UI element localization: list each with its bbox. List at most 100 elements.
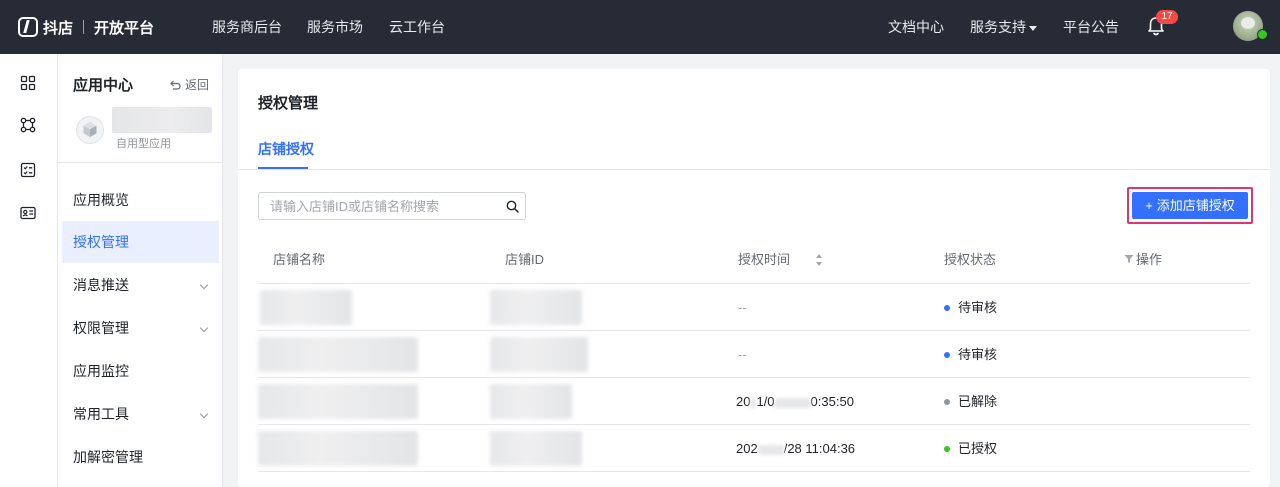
grid-apps-icon[interactable] [20, 75, 36, 91]
table-row: 20 1/0 0:35:50 已解除 [258, 378, 1250, 425]
chevron-down-icon [199, 409, 209, 419]
status-dot [944, 304, 950, 311]
sidebar-item-label: 常用工具 [73, 406, 129, 422]
table-row: -- 待审核 [258, 284, 1250, 331]
brand-name: 抖店 [43, 19, 74, 37]
sidebar-item-label: 应用概览 [73, 192, 129, 208]
brand-divider [83, 20, 85, 34]
column-actions: 操作 [1136, 252, 1163, 267]
search-box [258, 192, 526, 220]
sidebar-item-common-tools[interactable]: 常用工具 [62, 393, 219, 435]
nav-service-market[interactable]: 服务市场 [307, 0, 363, 54]
status-label: 待审核 [958, 300, 998, 315]
back-arrow-icon [170, 80, 181, 90]
sidebar-item-app-monitoring[interactable]: 应用监控 [62, 350, 219, 392]
sort-icon[interactable] [815, 253, 823, 267]
sidebar-item-auth-management[interactable]: 授权管理 [62, 221, 219, 263]
chevron-down-icon [199, 280, 209, 290]
status-dot [944, 351, 950, 358]
sidebar-item-permission-management[interactable]: 权限管理 [62, 307, 219, 349]
shop-id-redacted [490, 431, 582, 466]
add-button-highlight: + 添加店铺授权 [1127, 187, 1253, 224]
sidebar-item-label: 应用监控 [73, 363, 129, 379]
shop-name-redacted [258, 431, 418, 466]
nav-docs-center[interactable]: 文档中心 [888, 0, 944, 54]
add-button-label: 添加店铺授权 [1156, 198, 1235, 213]
app-name-redacted [112, 107, 212, 133]
column-shop-name: 店铺名称 [273, 252, 326, 267]
nav-service-support[interactable]: 服务支持 [970, 0, 1037, 54]
checklist-icon[interactable] [20, 162, 36, 178]
sidebar-item-app-overview[interactable]: 应用概览 [62, 179, 219, 221]
auth-time-part: 20 [736, 394, 751, 409]
product-name: 开放平台 [94, 19, 155, 37]
nav-announcements[interactable]: 平台公告 [1063, 0, 1119, 54]
sidebar-item-encryption-management[interactable]: 加解密管理 [62, 436, 219, 478]
online-check-icon [1257, 29, 1268, 40]
app-sidebar: 应用中心 返回 自用型应用 应用概览 授权管理 消息推送 权限管理 应用监控 常… [58, 54, 223, 487]
doudian-logo-icon [18, 17, 38, 37]
status-dot [944, 398, 950, 405]
filter-icon[interactable] [1124, 254, 1134, 264]
nav-service-support-label: 服务支持 [970, 19, 1026, 35]
shop-id-redacted [490, 290, 582, 325]
chevron-down-icon [199, 323, 209, 333]
nav-cloud-workbench[interactable]: 云工作台 [389, 0, 445, 54]
sidebar-divider [58, 162, 223, 163]
status-badge: 待审核 [944, 331, 997, 378]
icon-rail [0, 54, 58, 487]
page-title: 授权管理 [258, 95, 319, 112]
auth-time-part: /28 11:04:36 [783, 441, 856, 456]
table-row: -- 待审核 [258, 331, 1250, 378]
shop-name-redacted [258, 384, 418, 419]
notification-badge: 17 [1156, 10, 1178, 24]
auth-time-part: 0:35:50 [810, 394, 854, 409]
table-row: 202/28 11:04:36 已授权 [258, 425, 1250, 472]
tabs-divider [238, 169, 1270, 170]
status-badge: 已授权 [944, 425, 997, 472]
tab-shop-authorization[interactable]: 店铺授权 [258, 139, 314, 159]
sidebar-item-label: 消息推送 [73, 277, 129, 293]
redaction-mask [774, 397, 811, 408]
app-cube-icon [76, 116, 104, 144]
sidebar-item-label: 加解密管理 [73, 449, 143, 465]
id-card-icon[interactable] [20, 205, 36, 221]
back-link[interactable]: 返回 [170, 76, 209, 93]
redaction-mask [750, 397, 757, 408]
sidebar-item-label: 权限管理 [73, 320, 129, 336]
brand-logo[interactable]: 抖店 开放平台 [18, 15, 154, 39]
status-dot [944, 445, 950, 452]
redaction-mask [757, 444, 784, 455]
auth-time-part: 202 [736, 441, 758, 456]
caret-down-icon [1029, 25, 1037, 31]
column-auth-status: 授权状态 [944, 252, 997, 267]
sidebar-title: 应用中心 [73, 77, 134, 94]
shop-name-redacted [260, 290, 352, 325]
nodes-icon[interactable] [20, 117, 36, 133]
app-type-label: 自用型应用 [116, 138, 171, 150]
sidebar-item-label: 授权管理 [73, 234, 129, 250]
auth-time-part: 1/0 [756, 394, 775, 409]
auth-time: 202/28 11:04:36 [736, 425, 855, 472]
status-badge: 已解除 [944, 378, 997, 425]
main-card: 授权管理 店铺授权 +添加店铺授权 店铺名称 店铺ID 授权时间 授权状态 操作… [238, 69, 1270, 487]
status-label: 待审核 [958, 347, 998, 362]
status-label: 已解除 [958, 394, 998, 409]
auth-time: -- [738, 300, 747, 315]
back-label: 返回 [185, 78, 210, 92]
auth-time: 20 1/0 0:35:50 [736, 378, 854, 425]
shop-id-redacted [490, 337, 588, 372]
shop-id-redacted [490, 384, 572, 419]
top-bar: 抖店 开放平台 服务商后台 服务市场 云工作台 文档中心 服务支持 平台公告 1… [0, 0, 1280, 54]
add-shop-authorization-button[interactable]: + 添加店铺授权 [1132, 192, 1248, 219]
status-label: 已授权 [958, 441, 998, 456]
nav-provider-backend[interactable]: 服务商后台 [212, 0, 282, 54]
search-icon[interactable] [506, 200, 519, 213]
plus-icon: + [1145, 198, 1153, 213]
table-header: 店铺名称 店铺ID 授权时间 授权状态 操作 [258, 236, 1250, 284]
column-auth-time[interactable]: 授权时间 [738, 236, 790, 283]
auth-time: -- [738, 347, 747, 362]
sidebar-item-message-push[interactable]: 消息推送 [62, 264, 219, 306]
shop-name-redacted [258, 337, 418, 372]
search-input[interactable] [259, 193, 495, 219]
